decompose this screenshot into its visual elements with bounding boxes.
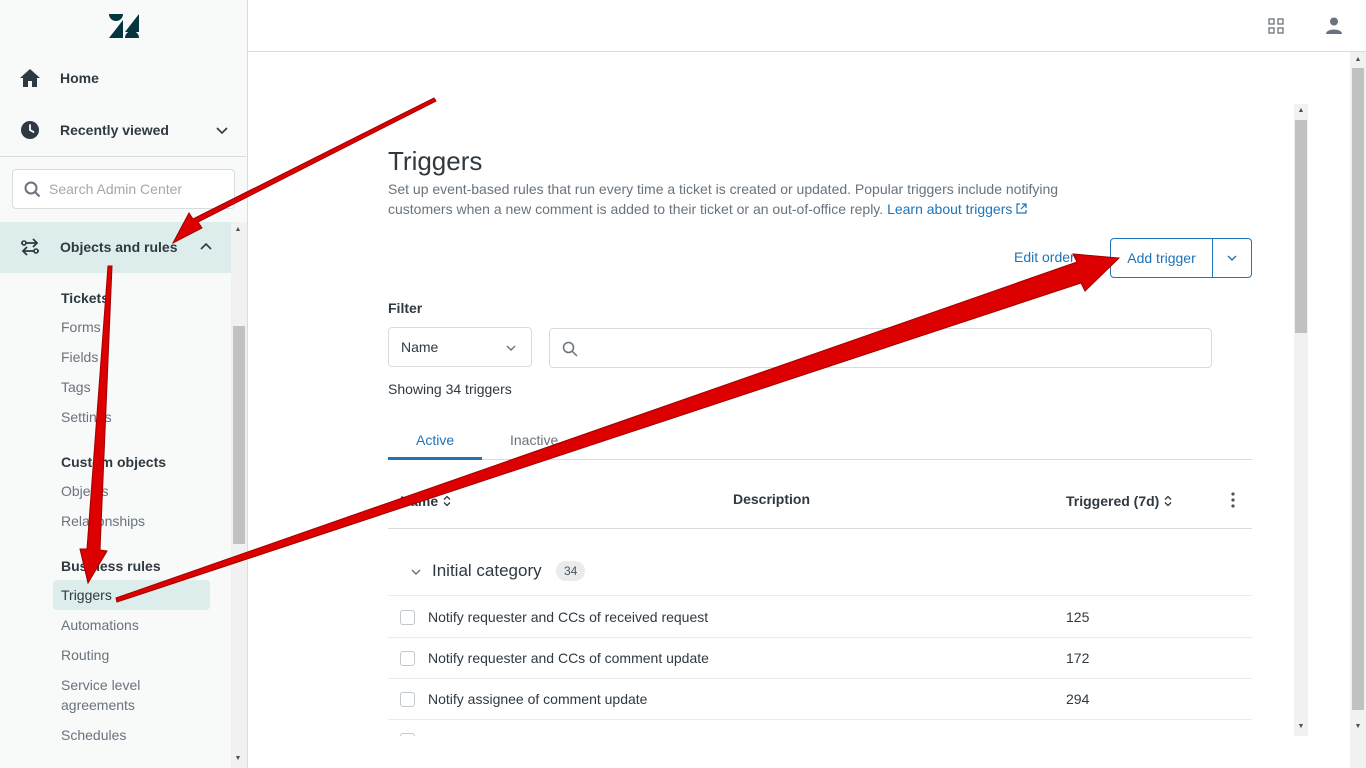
column-description: Description bbox=[733, 491, 810, 507]
sidebar-item-triggers-label: Triggers bbox=[61, 587, 112, 603]
results-count: Showing 34 triggers bbox=[388, 381, 512, 397]
scroll-up-icon[interactable]: ▲ bbox=[234, 226, 242, 234]
sidebar-item-relationships[interactable]: Relationships bbox=[61, 511, 211, 531]
column-name[interactable]: Name bbox=[400, 493, 452, 509]
nav-recently-viewed-label: Recently viewed bbox=[60, 122, 169, 138]
status-tabs: Active Inactive bbox=[388, 422, 1252, 460]
page-description: Set up event-based rules that run every … bbox=[388, 179, 1088, 219]
trigger-name[interactable]: Notify requester and CCs of received req… bbox=[428, 609, 708, 625]
edit-order-button[interactable]: Edit order bbox=[1014, 249, 1075, 265]
add-trigger-dropdown[interactable] bbox=[1213, 239, 1251, 277]
filter-label: Filter bbox=[388, 300, 423, 316]
group-heading-tickets: Tickets bbox=[61, 290, 109, 306]
sidebar-divider bbox=[0, 156, 246, 157]
sidebar-item-forms[interactable]: Forms bbox=[61, 317, 211, 337]
sidebar-item-settings[interactable]: Settings bbox=[61, 407, 211, 427]
tab-active[interactable]: Active bbox=[416, 432, 454, 448]
grid-icon[interactable] bbox=[1268, 18, 1284, 34]
search-icon bbox=[562, 341, 578, 357]
group-heading-business-rules: Business rules bbox=[61, 558, 161, 574]
nav-home[interactable]: Home bbox=[0, 58, 246, 98]
user-icon[interactable] bbox=[1325, 16, 1343, 34]
sidebar-item-automations[interactable]: Automations bbox=[61, 615, 211, 635]
nav-home-label: Home bbox=[60, 70, 99, 86]
chevron-down-icon bbox=[411, 569, 421, 575]
nav-objects-and-rules-label: Objects and rules bbox=[60, 239, 178, 255]
column-triggered[interactable]: Triggered (7d) bbox=[1066, 493, 1173, 509]
chevron-up-icon[interactable] bbox=[199, 240, 213, 254]
external-link-icon bbox=[1016, 203, 1027, 214]
admin-sidebar: Home Recently viewed Objects and rules T… bbox=[0, 0, 248, 768]
tab-inactive[interactable]: Inactive bbox=[510, 432, 558, 448]
filter-field-select[interactable]: Name bbox=[388, 327, 532, 367]
scroll-down-icon[interactable]: ▼ bbox=[1296, 723, 1306, 731]
row-checkbox[interactable] bbox=[400, 651, 415, 666]
scroll-down-icon[interactable]: ▼ bbox=[234, 755, 242, 763]
sidebar-scrollbar-thumb[interactable] bbox=[233, 326, 245, 544]
admin-search[interactable] bbox=[12, 169, 235, 209]
sidebar-item-triggers[interactable]: Triggers bbox=[53, 580, 210, 610]
group-heading-custom-objects: Custom objects bbox=[61, 454, 167, 470]
main-content: Triggers Set up event-based rules that r… bbox=[248, 52, 1350, 768]
sidebar-item-tags[interactable]: Tags bbox=[61, 377, 211, 397]
row-checkbox[interactable] bbox=[400, 733, 415, 736]
table-row-partial[interactable] bbox=[388, 720, 1252, 736]
clock-icon bbox=[21, 121, 39, 139]
filter-field-value: Name bbox=[401, 339, 439, 355]
chevron-down-icon bbox=[1227, 255, 1237, 261]
objects-rules-icon bbox=[21, 238, 39, 256]
row-checkbox[interactable] bbox=[400, 692, 415, 707]
table-row[interactable]: Notify assignee of comment update 294 bbox=[388, 679, 1252, 720]
column-description-label: Description bbox=[733, 491, 811, 507]
trigger-name[interactable]: Notify assignee of comment update bbox=[428, 691, 647, 707]
trigger-count: 172 bbox=[1066, 650, 1090, 666]
learn-about-triggers-link[interactable]: Learn about triggers bbox=[887, 201, 1027, 217]
page-scrollbar-thumb[interactable] bbox=[1352, 68, 1364, 710]
home-icon bbox=[20, 69, 40, 87]
add-trigger-split-button: Add trigger bbox=[1110, 238, 1252, 278]
scroll-up-icon[interactable]: ▲ bbox=[1296, 107, 1306, 115]
more-options-icon[interactable] bbox=[1230, 491, 1236, 509]
sidebar-item-fields[interactable]: Fields bbox=[61, 347, 211, 367]
chevron-down-icon bbox=[506, 345, 516, 351]
sidebar-item-objects[interactable]: Objects bbox=[61, 481, 211, 501]
trigger-count: 294 bbox=[1066, 691, 1090, 707]
trigger-count: 125 bbox=[1066, 609, 1090, 625]
filter-search-input[interactable] bbox=[549, 328, 1212, 368]
learn-link-label: Learn about triggers bbox=[887, 201, 1013, 217]
chevron-down-icon[interactable] bbox=[215, 123, 229, 137]
column-triggered-label: Triggered (7d) bbox=[1066, 493, 1160, 509]
admin-search-input[interactable] bbox=[49, 178, 229, 200]
search-icon bbox=[24, 181, 41, 198]
sidebar-item-routing[interactable]: Routing bbox=[61, 645, 211, 665]
add-trigger-button[interactable]: Add trigger bbox=[1111, 239, 1213, 277]
category-name: Initial category bbox=[432, 561, 542, 580]
table-row[interactable]: Notify requester and CCs of comment upda… bbox=[388, 638, 1252, 679]
nav-objects-and-rules[interactable]: Objects and rules bbox=[0, 222, 231, 273]
top-header bbox=[248, 0, 1366, 52]
nav-recently-viewed[interactable]: Recently viewed bbox=[0, 110, 246, 150]
table-row[interactable]: Notify requester and CCs of received req… bbox=[388, 597, 1252, 638]
sort-icon bbox=[1164, 495, 1172, 507]
sidebar-item-schedules[interactable]: Schedules bbox=[61, 725, 211, 745]
category-count-badge: 34 bbox=[556, 561, 586, 581]
content-scrollbar-thumb[interactable] bbox=[1295, 120, 1307, 333]
page-title: Triggers bbox=[388, 146, 483, 176]
table-header: Name Description Triggered (7d) bbox=[388, 477, 1252, 529]
scroll-up-icon[interactable]: ▲ bbox=[1353, 56, 1363, 64]
active-tab-indicator bbox=[388, 457, 482, 460]
category-group[interactable]: Initial category 34 bbox=[388, 552, 1252, 596]
sort-icon bbox=[443, 495, 451, 507]
sidebar-item-sla[interactable]: Service level agreements bbox=[61, 675, 171, 715]
scroll-down-icon[interactable]: ▼ bbox=[1353, 723, 1363, 731]
column-name-label: Name bbox=[400, 493, 439, 509]
zendesk-logo-icon[interactable] bbox=[108, 12, 140, 40]
trigger-name[interactable]: Notify requester and CCs of comment upda… bbox=[428, 650, 709, 666]
row-checkbox[interactable] bbox=[400, 610, 415, 625]
